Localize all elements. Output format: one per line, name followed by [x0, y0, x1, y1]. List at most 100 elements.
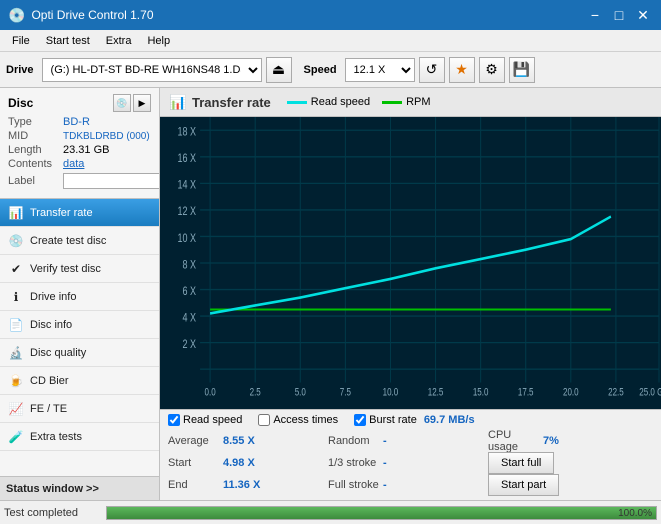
cpu-value: 7%	[543, 435, 593, 447]
app-icon: 💿	[8, 7, 25, 24]
average-value: 8.55 X	[223, 435, 273, 447]
chart-wrapper: 18 X 16 X 14 X 12 X 10 X 8 X 6 X 4 X 2 X…	[160, 117, 661, 409]
svg-text:4 X: 4 X	[183, 311, 197, 325]
save-button[interactable]: 💾	[509, 57, 535, 83]
nav-cd-bier[interactable]: 🍺 CD Bier	[0, 367, 159, 395]
stat-start-row: Start 4.98 X	[168, 452, 328, 474]
right-panel: 📊 Transfer rate Read speed RPM	[160, 88, 661, 500]
svg-text:20.0: 20.0	[563, 386, 579, 398]
disc-panel: Disc 💿 ▶ Type BD-R MID TDKBLDRBD (000) L…	[0, 88, 159, 199]
status-bar: Test completed 100.0%	[0, 500, 661, 524]
start-part-button[interactable]: Start part	[488, 474, 559, 496]
refresh-button[interactable]: ↺	[419, 57, 445, 83]
menu-file[interactable]: File	[4, 33, 38, 49]
progress-bar-container: 100.0%	[106, 506, 657, 520]
contents-value[interactable]: data	[63, 158, 84, 170]
settings-button[interactable]: ⚙	[479, 57, 505, 83]
speed-label: Speed	[304, 64, 337, 76]
stat-startfull-row: Start full	[488, 452, 653, 474]
legend-rpm-color	[382, 101, 402, 104]
status-window-label: Status window >>	[6, 483, 99, 495]
checkbox-read-speed[interactable]: Read speed	[168, 414, 242, 426]
minimize-button[interactable]: −	[585, 5, 605, 25]
create-test-disc-icon: 💿	[8, 234, 24, 248]
drive-select[interactable]: (G:) HL-DT-ST BD-RE WH16NS48 1.D3	[42, 58, 262, 82]
nav-fe-te-label: FE / TE	[30, 403, 67, 415]
nav-disc-quality-label: Disc quality	[30, 347, 86, 359]
nav-transfer-rate[interactable]: 📊 Transfer rate	[0, 199, 159, 227]
read-speed-checkbox-label: Read speed	[183, 414, 242, 426]
status-window-bar[interactable]: Status window >>	[0, 476, 159, 500]
burst-rate-value: 69.7 MB/s	[424, 414, 475, 426]
speed-select[interactable]: 12.1 X	[345, 58, 415, 82]
chart-svg: 18 X 16 X 14 X 12 X 10 X 8 X 6 X 4 X 2 X…	[160, 117, 661, 409]
sidebar: Disc 💿 ▶ Type BD-R MID TDKBLDRBD (000) L…	[0, 88, 160, 500]
mid-value: TDKBLDRBD (000)	[63, 131, 150, 142]
nav-disc-quality[interactable]: 🔬 Disc quality	[0, 339, 159, 367]
nav-disc-info-label: Disc info	[30, 319, 72, 331]
extra-tests-icon: 🧪	[8, 430, 24, 444]
checkbox-burst-rate[interactable]: Burst rate 69.7 MB/s	[354, 414, 474, 426]
nav-create-test-disc-label: Create test disc	[30, 235, 106, 247]
nav-extra-tests-label: Extra tests	[30, 431, 82, 443]
stat-cpu-row: CPU usage 7%	[488, 430, 653, 452]
svg-text:10.0: 10.0	[383, 386, 399, 398]
random-label: Random	[328, 435, 383, 447]
access-times-checkbox[interactable]	[258, 414, 270, 426]
random-value: -	[383, 435, 433, 447]
svg-text:12.5: 12.5	[428, 386, 444, 398]
menu-extra[interactable]: Extra	[98, 33, 140, 49]
verify-test-disc-icon: ✔	[8, 262, 24, 276]
nav-verify-test-disc[interactable]: ✔ Verify test disc	[0, 255, 159, 283]
mid-label: MID	[8, 130, 63, 142]
legend-rpm-label: RPM	[406, 96, 430, 108]
toolbar: Drive (G:) HL-DT-ST BD-RE WH16NS48 1.D3 …	[0, 52, 661, 88]
close-button[interactable]: ✕	[633, 5, 653, 25]
progress-bar-fill	[107, 507, 656, 519]
progress-text: 100.0%	[618, 507, 652, 520]
app-title: Opti Drive Control 1.70	[31, 8, 153, 22]
nav-cd-bier-label: CD Bier	[30, 375, 69, 387]
favorite-button[interactable]: ★	[449, 57, 475, 83]
start-value: 4.98 X	[223, 457, 273, 469]
menu-start-test[interactable]: Start test	[38, 33, 98, 49]
disc-title: Disc	[8, 96, 33, 110]
access-times-checkbox-label: Access times	[273, 414, 338, 426]
nav-drive-info[interactable]: ℹ Drive info	[0, 283, 159, 311]
eject-button[interactable]: ⏏	[266, 57, 292, 83]
end-label: End	[168, 479, 223, 491]
stat-random-row: Random -	[328, 430, 488, 452]
disc-icon-btn-1[interactable]: 💿	[113, 94, 131, 112]
svg-text:8 X: 8 X	[183, 258, 197, 272]
stroke13-value: -	[383, 457, 433, 469]
menu-bar: File Start test Extra Help	[0, 30, 661, 52]
maximize-button[interactable]: □	[609, 5, 629, 25]
menu-help[interactable]: Help	[139, 33, 178, 49]
nav-create-test-disc[interactable]: 💿 Create test disc	[0, 227, 159, 255]
chart-title: Transfer rate	[192, 95, 271, 110]
length-value: 23.31 GB	[63, 144, 109, 156]
disc-icon-btn-2[interactable]: ▶	[133, 94, 151, 112]
fullstroke-label: Full stroke	[328, 479, 383, 491]
label-input[interactable]	[63, 173, 160, 189]
read-speed-checkbox[interactable]	[168, 414, 180, 426]
svg-text:2 X: 2 X	[183, 338, 197, 352]
burst-rate-checkbox[interactable]	[354, 414, 366, 426]
svg-text:17.5: 17.5	[518, 386, 534, 398]
stat-fullstroke-row: Full stroke -	[328, 474, 488, 496]
nav-disc-info[interactable]: 📄 Disc info	[0, 311, 159, 339]
nav-extra-tests[interactable]: 🧪 Extra tests	[0, 423, 159, 451]
svg-text:7.5: 7.5	[340, 386, 351, 398]
legend-read-speed: Read speed	[287, 96, 370, 108]
stat-stroke13-row: 1/3 stroke -	[328, 452, 488, 474]
start-full-button[interactable]: Start full	[488, 452, 554, 474]
svg-text:5.0: 5.0	[295, 386, 306, 398]
legend-read-speed-label: Read speed	[311, 96, 370, 108]
chart-header: 📊 Transfer rate Read speed RPM	[160, 88, 661, 117]
nav-fe-te[interactable]: 📈 FE / TE	[0, 395, 159, 423]
average-label: Average	[168, 435, 223, 447]
contents-label: Contents	[8, 158, 63, 170]
nav-verify-test-disc-label: Verify test disc	[30, 263, 101, 275]
stat-end-row: End 11.36 X	[168, 474, 328, 496]
checkbox-access-times[interactable]: Access times	[258, 414, 338, 426]
